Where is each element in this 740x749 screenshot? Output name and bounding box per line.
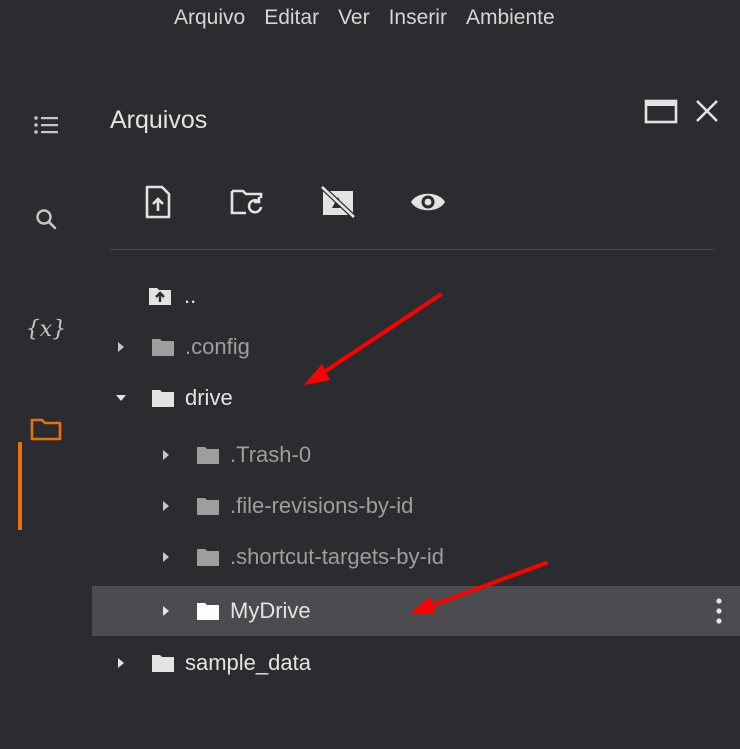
annotation-arrow-mydrive bbox=[410, 561, 548, 614]
annotation-arrow-drive bbox=[304, 293, 442, 385]
annotation-arrows bbox=[304, 293, 548, 614]
